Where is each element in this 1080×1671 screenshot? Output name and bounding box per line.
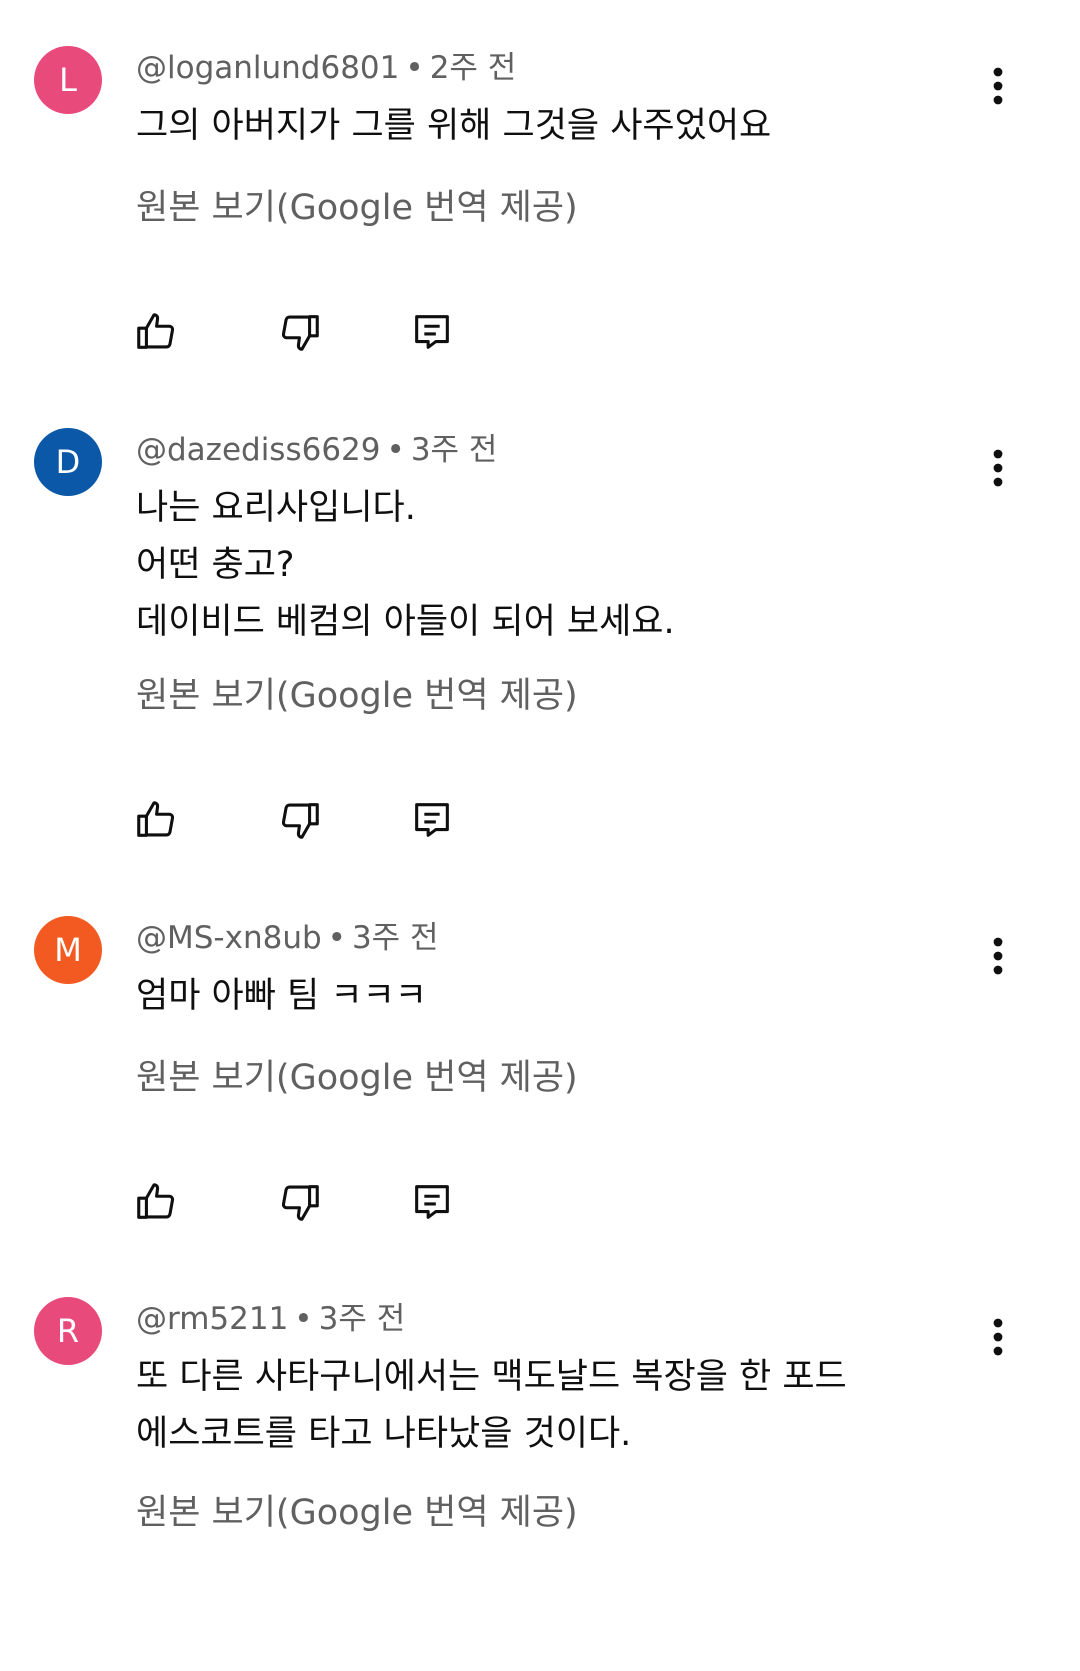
- more-options-button[interactable]: [986, 1315, 1010, 1359]
- thumb-up-icon: [137, 313, 175, 349]
- avatar[interactable]: M: [34, 916, 102, 984]
- header-separator: •: [386, 432, 405, 468]
- like-button[interactable]: [132, 796, 180, 844]
- dislike-button[interactable]: [276, 1178, 324, 1226]
- more-options-button[interactable]: [986, 64, 1010, 108]
- reply-comment-icon: [415, 803, 449, 837]
- more-vertical-icon: [993, 449, 1003, 487]
- comment-text: 그의 아버지가 그를 위해 그것을 사주었어요: [136, 98, 771, 155]
- avatar[interactable]: L: [34, 46, 102, 114]
- reply-button[interactable]: [408, 796, 456, 844]
- like-button[interactable]: [132, 1178, 180, 1226]
- comment-header: @MS-xn8ub • 3주 전: [136, 918, 439, 958]
- header-separator: •: [327, 920, 346, 956]
- comment-text-line: 어떤 충고?: [136, 545, 295, 585]
- dislike-button[interactable]: [276, 796, 324, 844]
- comment-text-line: 데이비드 베컴의 아들이 되어 보세요.: [136, 602, 675, 642]
- see-original-link[interactable]: 원본 보기(Google 번역 제공): [136, 186, 578, 230]
- dislike-button[interactable]: [276, 308, 324, 356]
- see-original-link[interactable]: 원본 보기(Google 번역 제공): [136, 1491, 578, 1535]
- comment-text-line: 나는 요리사입니다.: [136, 488, 416, 528]
- comment-time[interactable]: 3주 전: [411, 432, 498, 468]
- comment-time[interactable]: 3주 전: [352, 920, 439, 956]
- comment-text: 또 다른 사타구니에서는 맥도날드 복장을 한 포드 에스코트를 타고 나타났을…: [136, 1349, 847, 1463]
- see-original-link[interactable]: 원본 보기(Google 번역 제공): [136, 674, 578, 718]
- thumb-down-icon: [281, 1185, 319, 1221]
- header-separator: •: [294, 1301, 313, 1337]
- comment-username[interactable]: @dazediss6629: [136, 432, 381, 468]
- reply-comment-icon: [415, 1185, 449, 1219]
- like-button[interactable]: [132, 308, 180, 356]
- more-options-button[interactable]: [986, 934, 1010, 978]
- more-vertical-icon: [993, 67, 1003, 105]
- avatar[interactable]: D: [34, 428, 102, 496]
- comment-text-line: 또 다른 사타구니에서는 맥도날드 복장을 한 포드: [136, 1357, 847, 1397]
- comment-text-line: 에스코트를 타고 나타났을 것이다.: [136, 1414, 632, 1454]
- comment-text: 엄마 아빠 팀 ㅋㅋㅋ: [136, 968, 427, 1025]
- reply-button[interactable]: [408, 1178, 456, 1226]
- reply-button[interactable]: [408, 308, 456, 356]
- comment-header: @dazediss6629 • 3주 전: [136, 430, 497, 470]
- thumb-down-icon: [281, 803, 319, 839]
- comment-time[interactable]: 3주 전: [319, 1301, 406, 1337]
- thumb-down-icon: [281, 315, 319, 351]
- avatar[interactable]: R: [34, 1297, 102, 1365]
- comment-header: @rm5211 • 3주 전: [136, 1299, 405, 1339]
- comment-username[interactable]: @MS-xn8ub: [136, 920, 322, 956]
- thumb-up-icon: [137, 801, 175, 837]
- comment-text-line: 엄마 아빠 팀 ㅋㅋㅋ: [136, 976, 427, 1016]
- comment-header: @loganlund6801 • 2주 전: [136, 48, 516, 88]
- comment-username[interactable]: @rm5211: [136, 1301, 288, 1337]
- see-original-link[interactable]: 원본 보기(Google 번역 제공): [136, 1056, 578, 1100]
- reply-comment-icon: [415, 315, 449, 349]
- comment-text: 나는 요리사입니다. 어떤 충고? 데이비드 베컴의 아들이 되어 보세요.: [136, 480, 675, 651]
- more-vertical-icon: [993, 1318, 1003, 1356]
- header-separator: •: [405, 50, 424, 86]
- comment-text-line: 그의 아버지가 그를 위해 그것을 사주었어요: [136, 106, 772, 146]
- more-options-button[interactable]: [986, 446, 1010, 490]
- comment-username[interactable]: @loganlund6801: [136, 50, 399, 86]
- comment-time[interactable]: 2주 전: [430, 50, 517, 86]
- more-vertical-icon: [993, 937, 1003, 975]
- thumb-up-icon: [137, 1183, 175, 1219]
